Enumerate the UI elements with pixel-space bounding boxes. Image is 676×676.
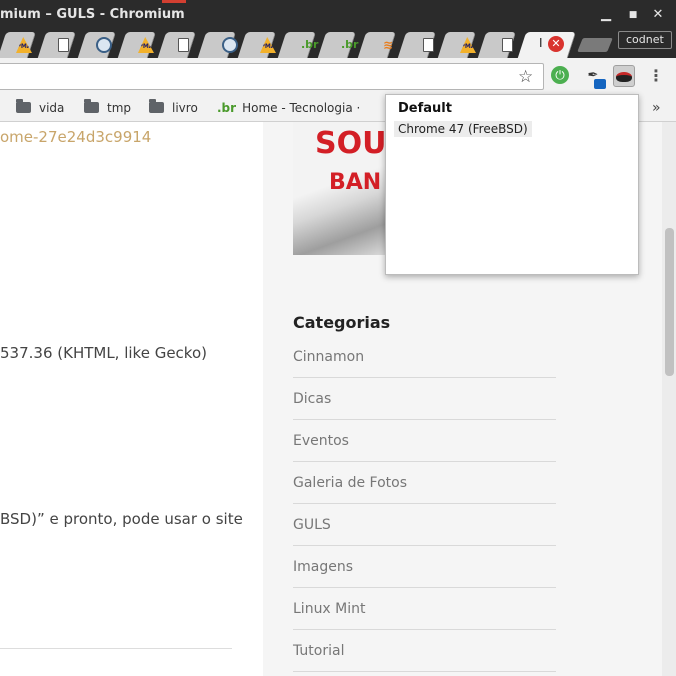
bookmark-label: livro xyxy=(172,101,198,115)
bookmark-tmp[interactable]: tmp xyxy=(84,94,131,122)
close-window-button[interactable]: ✕ xyxy=(648,5,668,25)
extension-green-icon[interactable]: ⏻ xyxy=(549,65,571,87)
bookmark-star-icon[interactable]: ☆ xyxy=(518,67,533,87)
page-icon xyxy=(178,38,189,52)
globe-icon xyxy=(96,37,112,53)
page-icon xyxy=(58,38,69,52)
br-icon: .br xyxy=(217,101,237,115)
categories-title: Categorias xyxy=(293,313,391,332)
bookmark-label: Home - Tecnologia · xyxy=(242,101,361,115)
category-link[interactable]: Dicas xyxy=(293,378,556,420)
color-picker-icon[interactable]: ✒ xyxy=(582,65,606,89)
category-link[interactable]: Cinnamon xyxy=(293,336,556,378)
close-tab-icon[interactable]: ✕ xyxy=(548,36,564,52)
category-link[interactable]: Linux Mint xyxy=(293,588,556,630)
titlebar-accent xyxy=(162,0,186,3)
page-scrollbar[interactable] xyxy=(662,122,676,676)
folder-icon xyxy=(149,99,164,113)
page-icon xyxy=(423,38,434,52)
article-line-2: BSD)” e pronto, pode usar o site xyxy=(0,510,243,528)
article-link[interactable]: ome-27e24d3c9914 xyxy=(0,128,151,146)
promo-text-2: BAN xyxy=(329,170,382,195)
bookmark-label: vida xyxy=(39,101,65,115)
new-tab-button[interactable] xyxy=(577,38,613,52)
user-agent-popup: Default Chrome 47 (FreeBSD) xyxy=(385,94,639,275)
bookmark-label: tmp xyxy=(107,101,132,115)
category-link[interactable]: Imagens xyxy=(293,546,556,588)
user-agent-option[interactable]: Chrome 47 (FreeBSD) xyxy=(394,121,532,137)
categories-list: Cinnamon Dicas Eventos Galeria de Fotos … xyxy=(293,336,556,672)
maximize-button[interactable]: ■ xyxy=(623,5,643,25)
stackoverflow-icon: ≋ xyxy=(382,38,394,52)
bookmark-home-tecnologia[interactable]: .br Home - Tecnologia · xyxy=(217,94,360,122)
window-title: mium – GULS - Chromium xyxy=(0,7,185,22)
category-link[interactable]: GULS xyxy=(293,504,556,546)
scrollbar-thumb[interactable] xyxy=(665,228,674,376)
article-line-1: 537.36 (KHTML, like Gecko) xyxy=(0,344,207,362)
br-icon: .br xyxy=(301,38,319,51)
category-link[interactable]: Tutorial xyxy=(293,630,556,672)
profile-button[interactable]: codnet xyxy=(618,31,672,49)
page-icon xyxy=(502,38,513,52)
bookmark-vida[interactable]: vida xyxy=(16,94,64,122)
category-link[interactable]: Eventos xyxy=(293,420,556,462)
article-column: ome-27e24d3c9914 537.36 (KHTML, like Gec… xyxy=(0,122,263,676)
address-bar[interactable]: ☆ xyxy=(0,63,544,90)
toolbar: ☆ xyxy=(0,58,676,94)
folder-icon xyxy=(84,99,99,113)
user-agent-switcher-icon[interactable] xyxy=(613,65,635,87)
promo-text-1: SOU xyxy=(315,126,387,161)
globe-icon xyxy=(222,37,238,53)
active-tab-title: I xyxy=(539,36,543,50)
folder-icon xyxy=(16,99,31,113)
minimize-button[interactable]: ▁ xyxy=(596,5,616,25)
article-divider xyxy=(0,648,232,649)
picker-badge xyxy=(594,79,606,89)
br-icon: .br xyxy=(341,38,359,51)
bookmarks-overflow-button[interactable]: » xyxy=(652,94,661,122)
category-link[interactable]: Galeria de Fotos xyxy=(293,462,556,504)
bookmark-livro[interactable]: livro xyxy=(149,94,198,122)
window-titlebar: mium – GULS - Chromium ▁ ■ ✕ xyxy=(0,0,676,30)
promo-image[interactable]: SOU BAN xyxy=(293,122,393,255)
popup-title: Default xyxy=(398,101,452,116)
tab-active[interactable] xyxy=(517,32,577,58)
browser-menu-icon[interactable]: ⋮ xyxy=(648,64,664,88)
